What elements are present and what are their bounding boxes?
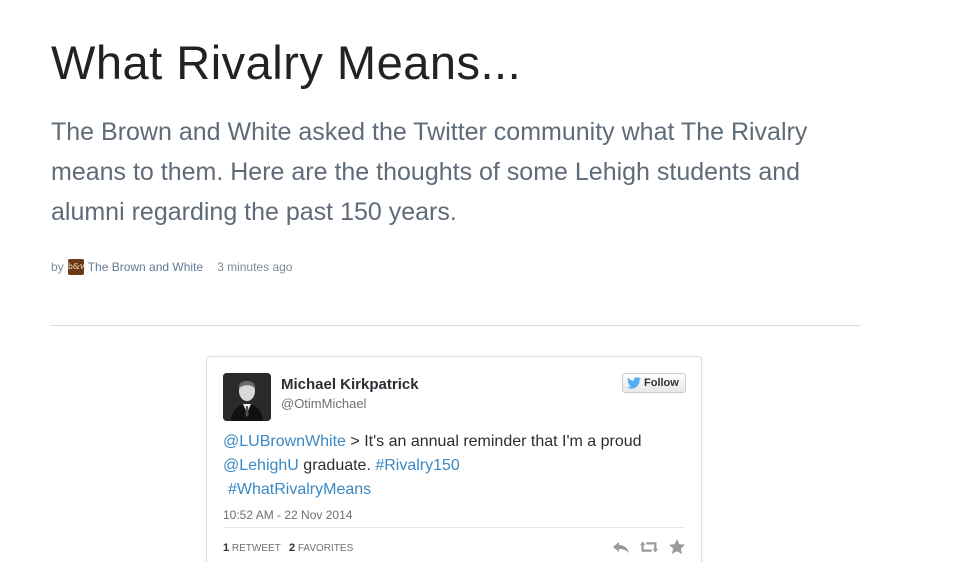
tweet-text-segment: graduate. — [298, 457, 376, 474]
by-label: by — [51, 260, 64, 274]
reply-icon[interactable] — [611, 538, 631, 556]
tweet-date[interactable]: 10:52 AM - 22 Nov 2014 — [223, 508, 352, 522]
follow-button[interactable]: Follow — [622, 373, 686, 393]
tweet-text-segment: > It's an annual reminder that I'm a pro… — [345, 433, 642, 450]
twitter-bird-icon — [627, 377, 641, 389]
tweet-author-handle[interactable]: @OtimMichael — [281, 396, 366, 411]
mention-link[interactable]: @LUBrownWhite — [223, 433, 346, 450]
retweet-icon[interactable] — [639, 538, 659, 556]
favorite-count: 2 — [288, 542, 296, 554]
story-summary: The Brown and White asked the Twitter co… — [51, 118, 808, 226]
divider — [50, 325, 861, 326]
tweet-author-name[interactable]: Michael Kirkpatrick — [281, 376, 419, 393]
tweet-actions — [611, 538, 687, 556]
tweet-divider — [223, 527, 685, 528]
tweet-stats: 1 Retweet 2 Favorites — [223, 542, 353, 554]
favorite-icon[interactable] — [667, 538, 687, 556]
favorite-label: Favorites — [297, 543, 354, 554]
avatar[interactable] — [223, 373, 271, 421]
retweet-count: 1 — [223, 542, 230, 554]
hashtag-link[interactable]: #WhatRivalryMeans — [228, 481, 371, 498]
follow-label: Follow — [644, 377, 679, 389]
embedded-tweet: Michael Kirkpatrick @OtimMichael Follow … — [206, 356, 702, 562]
page-title: What Rivalry Means... — [51, 36, 522, 89]
storify-page: What Rivalry Means... The Brown and Whit… — [0, 0, 980, 562]
avatar-photo — [223, 373, 271, 421]
tweet-text: @LUBrownWhite > It's an annual reminder … — [223, 430, 673, 502]
mention-link[interactable]: @LehighU — [223, 457, 299, 474]
byline: by b&w The Brown and White 3 minutes ago — [51, 259, 292, 275]
author-link[interactable]: The Brown and White — [88, 260, 203, 274]
author-logo[interactable]: b&w — [67, 259, 87, 275]
timestamp[interactable]: 3 minutes ago — [217, 260, 292, 274]
retweet-label: Retweet — [231, 543, 281, 554]
hashtag-link[interactable]: #Rivalry150 — [375, 457, 459, 474]
